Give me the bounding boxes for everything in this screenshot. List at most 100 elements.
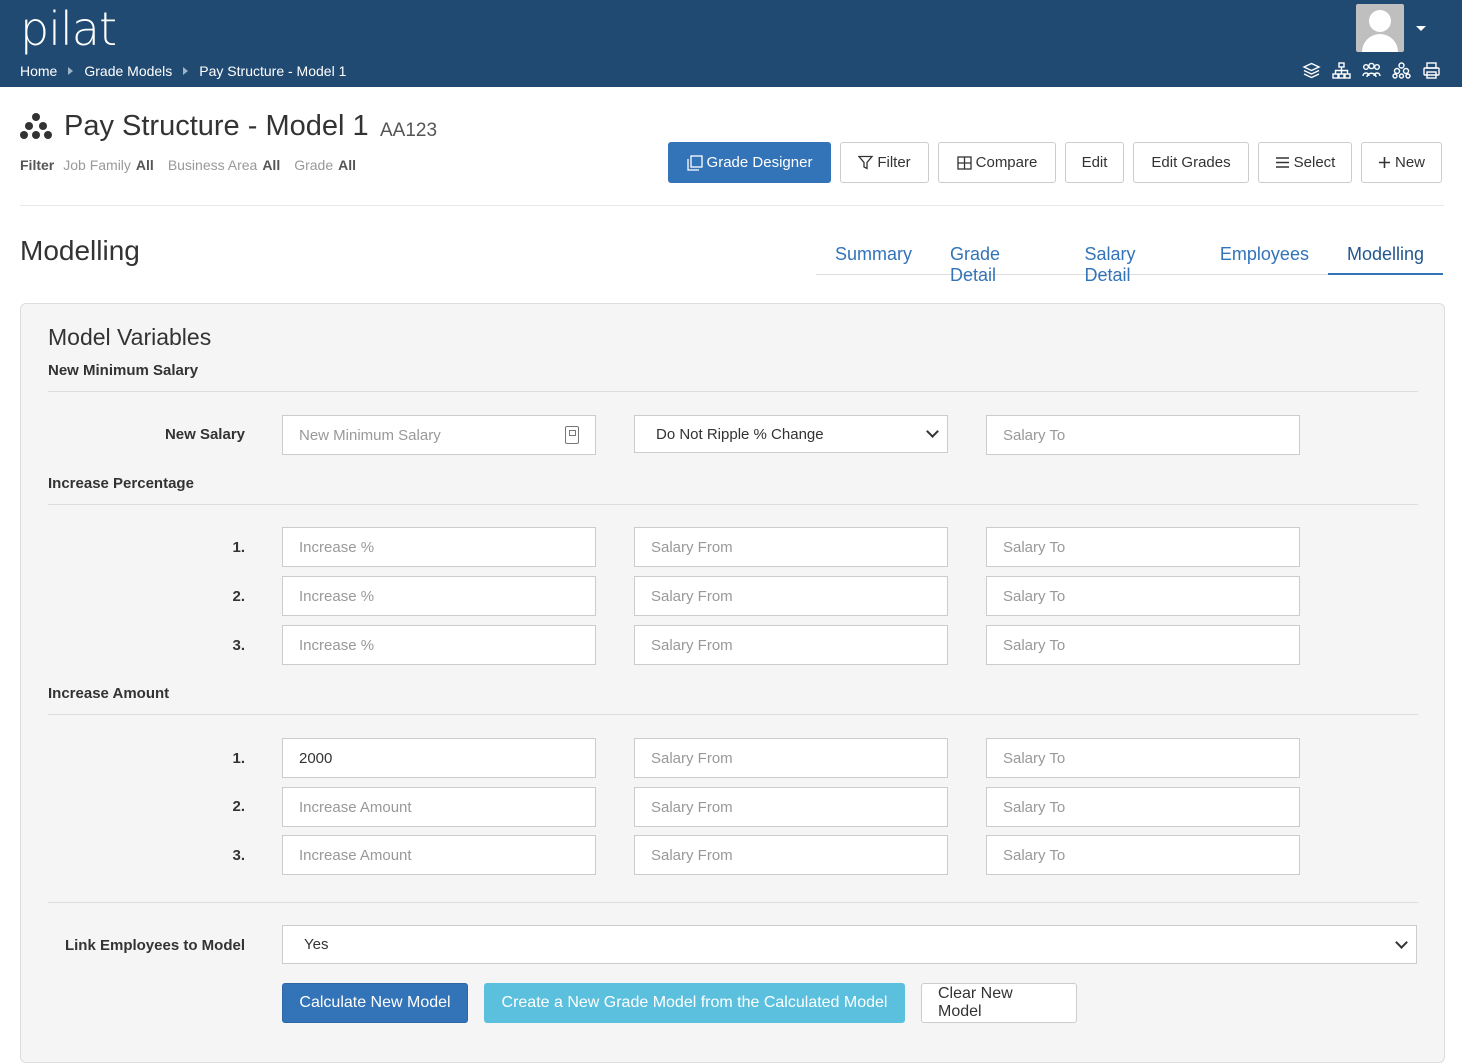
increase-amount-heading: Increase Amount [48, 685, 170, 702]
model-code: AA123 [380, 120, 438, 141]
filter-key-business-area: Business Area [167, 157, 258, 173]
salary-to-input[interactable]: Salary To [986, 835, 1300, 875]
user-avatar[interactable] [1356, 4, 1404, 52]
increase-percent-input[interactable]: Increase % [282, 625, 596, 665]
calculate-new-model-button[interactable]: Calculate New Model [282, 983, 468, 1023]
copy-icon [686, 154, 703, 171]
increase-percent-placeholder: Increase % [299, 538, 375, 556]
link-employees-label: Link Employees to Model [64, 937, 245, 954]
caret-down-icon[interactable] [1416, 26, 1426, 31]
divider [48, 504, 1418, 505]
chevron-right-icon [183, 67, 189, 75]
salary-to-placeholder: Salary To [1003, 846, 1066, 864]
new-minimum-salary-input[interactable]: New Minimum Salary [282, 415, 596, 455]
select-button[interactable]: Select [1258, 142, 1352, 183]
increase-amount-value: 2000 [299, 749, 333, 767]
section-title: Modelling [20, 235, 140, 266]
salary-to-input[interactable]: Salary To [986, 527, 1300, 567]
salary-from-placeholder: Salary From [651, 636, 733, 654]
new-button-label: New [1394, 154, 1425, 171]
link-employees-value: Yes [304, 936, 329, 953]
salary-to-input[interactable]: Salary To [986, 576, 1300, 616]
salary-to-placeholder: Salary To [1003, 426, 1066, 444]
new-minimum-salary-heading: New Minimum Salary [48, 362, 199, 379]
salary-from-input[interactable]: Salary From [634, 835, 948, 875]
plus-icon [1378, 157, 1390, 168]
salary-from-input[interactable]: Salary From [634, 625, 948, 665]
filter-value-business-area: All [262, 157, 281, 173]
funnel-icon [858, 155, 874, 170]
breadcrumb-current: Pay Structure - Model 1 [199, 63, 347, 79]
salary-from-input[interactable]: Salary From [634, 738, 948, 778]
calculator-icon[interactable] [565, 426, 579, 444]
chevron-down-icon [1395, 935, 1408, 949]
clear-new-model-button[interactable]: Clear New Model [921, 983, 1077, 1023]
tab-salary-detail[interactable]: Salary Detail [1065, 240, 1200, 285]
print-icon[interactable] [1422, 62, 1441, 79]
increase-amount-input[interactable]: Increase Amount [282, 835, 596, 875]
chevron-right-icon [68, 67, 74, 75]
grade-designer-label: Grade Designer [706, 154, 813, 171]
salary-to-input[interactable]: Salary To [986, 738, 1300, 778]
link-employees-select[interactable]: Yes [282, 925, 1417, 964]
salary-to-placeholder: Salary To [1003, 749, 1066, 767]
ripple-select-value: Do Not Ripple % Change [656, 425, 824, 443]
top-navbar: pilat Home Grade Models Pay Structure - … [0, 0, 1462, 87]
salary-to-input[interactable]: Salary To [986, 625, 1300, 665]
edit-button-label: Edit [1081, 154, 1108, 171]
grade-designer-button[interactable]: Grade Designer [668, 142, 831, 183]
filter-button-label: Filter [877, 154, 911, 171]
org-chart-icon[interactable] [1332, 62, 1351, 79]
chevron-down-icon [926, 425, 939, 438]
salary-from-placeholder: Salary From [651, 587, 733, 605]
tab-employees[interactable]: Employees [1201, 240, 1328, 275]
tab-bar: Summary Grade Detail Salary Detail Emplo… [816, 240, 1443, 285]
layers-icon[interactable] [1302, 62, 1321, 79]
salary-from-placeholder: Salary From [651, 798, 733, 816]
filter-summary: Filter Job Family All Business Area All … [20, 157, 365, 173]
ripple-select[interactable]: Do Not Ripple % Change [634, 415, 948, 453]
edit-button[interactable]: Edit [1065, 142, 1124, 183]
create-grade-model-button[interactable]: Create a New Grade Model from the Calcul… [484, 983, 905, 1023]
salary-to-placeholder: Salary To [1003, 538, 1066, 556]
edit-grades-button[interactable]: Edit Grades [1133, 142, 1249, 183]
new-button[interactable]: New [1361, 142, 1442, 183]
people-icon[interactable] [1362, 62, 1381, 79]
increase-percent-placeholder: Increase % [299, 636, 375, 654]
header-toolbar [1302, 62, 1441, 79]
increase-percent-input[interactable]: Increase % [282, 527, 596, 567]
tab-modelling[interactable]: Modelling [1327, 240, 1443, 275]
compare-button[interactable]: Compare [938, 142, 1056, 183]
filter-button[interactable]: Filter [840, 142, 929, 183]
tab-grade-detail[interactable]: Grade Detail [931, 240, 1065, 285]
salary-to-placeholder: Salary To [1003, 798, 1066, 816]
pilat-logo[interactable]: pilat [20, 2, 117, 56]
increase-percent-input[interactable]: Increase % [282, 576, 596, 616]
filter-key-job-family: Job Family [63, 157, 131, 173]
divider [48, 391, 1418, 392]
divider [20, 205, 1444, 206]
increase-amount-input[interactable]: 2000 [282, 738, 596, 778]
salary-from-placeholder: Salary From [651, 749, 733, 767]
action-toolbar: Grade Designer Filter Compare Edit Edit … [668, 142, 1442, 183]
new-salary-label: New Salary [164, 426, 245, 443]
select-button-label: Select [1293, 154, 1336, 171]
hierarchy-icon[interactable] [1392, 62, 1411, 79]
salary-to-input[interactable]: Salary To [986, 787, 1300, 827]
salary-from-placeholder: Salary From [651, 538, 733, 556]
row-number: 1. [232, 750, 245, 767]
breadcrumb-grade-models[interactable]: Grade Models [84, 63, 172, 79]
filter-value-job-family: All [135, 157, 154, 173]
salary-from-input[interactable]: Salary From [634, 576, 948, 616]
filter-label: Filter [20, 157, 55, 173]
row-number: 3. [232, 637, 245, 654]
new-salary-to-input[interactable]: Salary To [986, 415, 1300, 455]
increase-amount-input[interactable]: Increase Amount [282, 787, 596, 827]
salary-from-input[interactable]: Salary From [634, 527, 948, 567]
salary-from-placeholder: Salary From [651, 846, 733, 864]
tab-summary[interactable]: Summary [816, 240, 931, 275]
breadcrumb-home[interactable]: Home [20, 63, 57, 79]
compare-button-label: Compare [975, 154, 1038, 171]
salary-from-input[interactable]: Salary From [634, 787, 948, 827]
new-minimum-salary-placeholder: New Minimum Salary [299, 426, 441, 444]
